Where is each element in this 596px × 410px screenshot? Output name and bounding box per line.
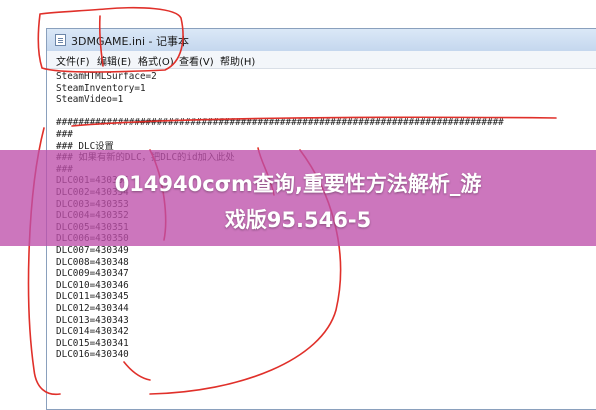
window-title: 3DMGAME.ini - 记事本 [71, 35, 189, 48]
text-line: DLC013=430343 [56, 314, 129, 326]
menu-edit[interactable]: 编辑(E) [97, 53, 131, 68]
title-bar[interactable]: 3DMGAME.ini - 记事本 [47, 29, 596, 51]
text-line: DLC015=430341 [56, 337, 129, 349]
menu-help[interactable]: 帮助(H) [220, 53, 255, 68]
watermark-banner: 014940cσm查询,重要性方法解析_游 戏版95.546-5 [0, 150, 596, 246]
text-line: DLC008=430348 [56, 256, 129, 268]
watermark-line-2: 戏版95.546-5 [224, 208, 372, 232]
watermark-line-1: 014940cσm查询,重要性方法解析_游 [114, 172, 482, 196]
text-line: DLC010=430346 [56, 279, 129, 291]
text-line: DLC009=430347 [56, 268, 129, 280]
text-line: ### [56, 129, 73, 140]
menu-file[interactable]: 文件(F) [56, 53, 90, 68]
text-line: DLC016=430340 [56, 349, 129, 361]
text-line: ########################################… [56, 117, 504, 129]
menu-view[interactable]: 查看(V) [179, 53, 214, 68]
menu-format[interactable]: 格式(O) [138, 53, 174, 68]
text-line: SteamInventory=1 [56, 82, 146, 94]
text-line: DLC014=430342 [56, 326, 129, 338]
text-line: DLC007=430349 [56, 245, 129, 256]
text-line: SteamVideo=1 [56, 94, 124, 106]
text-line: DLC011=430345 [56, 291, 129, 303]
menu-bar: 文件(F) 编辑(E) 格式(O) 查看(V) 帮助(H) [47, 51, 596, 69]
text-line: DLC012=430344 [56, 303, 129, 314]
notepad-icon [55, 34, 66, 46]
text-line: SteamHTMLSurface=2 [56, 71, 157, 82]
